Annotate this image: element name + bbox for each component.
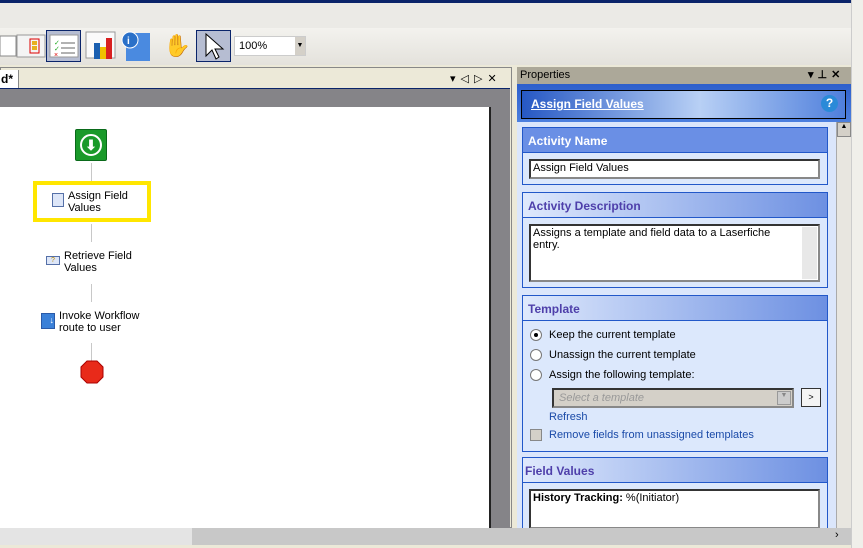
section-header: Activity Description	[523, 193, 827, 218]
checklist-view-button[interactable]: ✓ ✓ ×	[46, 30, 81, 62]
svg-text:×: ×	[54, 52, 58, 59]
node-label: Retrieve Field	[64, 250, 132, 262]
zoom-select[interactable]: 100% ▼	[234, 36, 306, 56]
layout-view-button[interactable]	[13, 30, 48, 62]
section-header: Template	[523, 296, 827, 321]
radio-label: Assign the following template:	[549, 369, 695, 381]
activity-title-box: Assign Field Values?	[521, 90, 846, 119]
radio-unchecked	[530, 349, 542, 361]
checkbox	[530, 429, 542, 441]
radio-label: Keep the current template	[549, 329, 676, 341]
help-icon[interactable]: ?	[821, 95, 838, 112]
workflow-node-assign-field-values[interactable]: Assign Field Values	[52, 190, 128, 214]
toolbar: ✓ ✓ × i ✋ 100% ▼	[0, 28, 851, 65]
workflow-canvas[interactable]: ⬇ Assign Field Values ? Retrieve Field Valu…	[0, 107, 491, 528]
retrieve-field-values-icon: ?	[46, 256, 60, 265]
checkbox-label: Remove fields from unassigned templates	[549, 429, 754, 441]
properties-panel-controls[interactable]: ▾⊥✕	[808, 68, 844, 81]
document-tab[interactable]: d*	[0, 70, 19, 90]
document-tab-controls[interactable]: ▾◁▷✕	[450, 72, 502, 85]
activity-name-input[interactable]: Assign Field Values	[529, 159, 820, 179]
chevron-down-icon: ▼	[777, 391, 791, 405]
radio-unassign-template[interactable]: Unassign the current template	[530, 349, 696, 361]
template-go-button[interactable]: >	[801, 388, 821, 407]
workflow-info-button[interactable]: i	[118, 30, 153, 62]
radio-assign-template[interactable]: Assign the following template:	[530, 369, 695, 381]
radio-checked	[530, 329, 542, 341]
field-values-list[interactable]: History Tracking: %(Initiator)	[529, 489, 820, 529]
section-header: Activity Name	[523, 128, 827, 153]
radio-unchecked	[530, 369, 542, 381]
report-chart-button[interactable]	[83, 30, 118, 62]
hand-icon: ✋	[163, 33, 192, 58]
activity-description-textarea[interactable]: Assigns a template and field data to a L…	[529, 224, 820, 282]
description-text: Assigns a template and field data to a L…	[533, 227, 771, 251]
outer-vertical-scrollbar[interactable]	[851, 0, 863, 548]
remove-fields-checkbox[interactable]: Remove fields from unassigned templates	[530, 429, 754, 441]
properties-scrollbar[interactable]: ▲	[836, 122, 851, 528]
assign-field-values-icon	[52, 193, 64, 207]
invoke-workflow-icon: ↓	[41, 313, 55, 329]
radio-label: Unassign the current template	[549, 349, 696, 361]
horizontal-scroll-thumb[interactable]	[0, 528, 192, 545]
end-node-stop-icon[interactable]	[80, 360, 104, 384]
start-node-icon[interactable]: ⬇	[75, 129, 107, 161]
radio-keep-template[interactable]: Keep the current template	[530, 329, 676, 341]
properties-panel-header: Properties	[517, 67, 851, 84]
node-label: Assign Field	[68, 190, 128, 202]
node-label: route to user	[59, 322, 121, 334]
template-select[interactable]: Select a template ▼	[552, 388, 794, 408]
node-label: Values	[68, 202, 101, 214]
refresh-link[interactable]: Refresh	[549, 411, 588, 423]
activity-title-link[interactable]: Assign Field Values	[531, 97, 644, 111]
chevron-down-icon[interactable]: ▼	[295, 37, 305, 55]
field-name: History Tracking:	[533, 492, 623, 504]
field-value: %(Initiator)	[625, 492, 680, 504]
textarea-scrollbar[interactable]	[802, 227, 817, 279]
pointer-icon	[205, 32, 224, 60]
pan-hand-button[interactable]: ✋	[160, 30, 195, 62]
node-label: Values	[64, 262, 97, 274]
pointer-select-button[interactable]	[196, 30, 231, 62]
workflow-node-invoke-workflow[interactable]: ↓ Invoke Workflow route to user	[41, 310, 140, 334]
svg-text:i: i	[127, 36, 130, 47]
select-placeholder: Select a template	[559, 392, 644, 404]
section-header: Field Values	[523, 458, 827, 483]
menu-bar	[0, 3, 851, 28]
zoom-value: 100%	[239, 40, 268, 52]
workflow-node-retrieve-field-values[interactable]: ? Retrieve Field Values	[46, 250, 132, 274]
node-label: Invoke Workflow	[59, 310, 140, 322]
scroll-up-button[interactable]: ▲	[837, 122, 851, 137]
scroll-right-icon[interactable]: ›	[835, 529, 839, 541]
